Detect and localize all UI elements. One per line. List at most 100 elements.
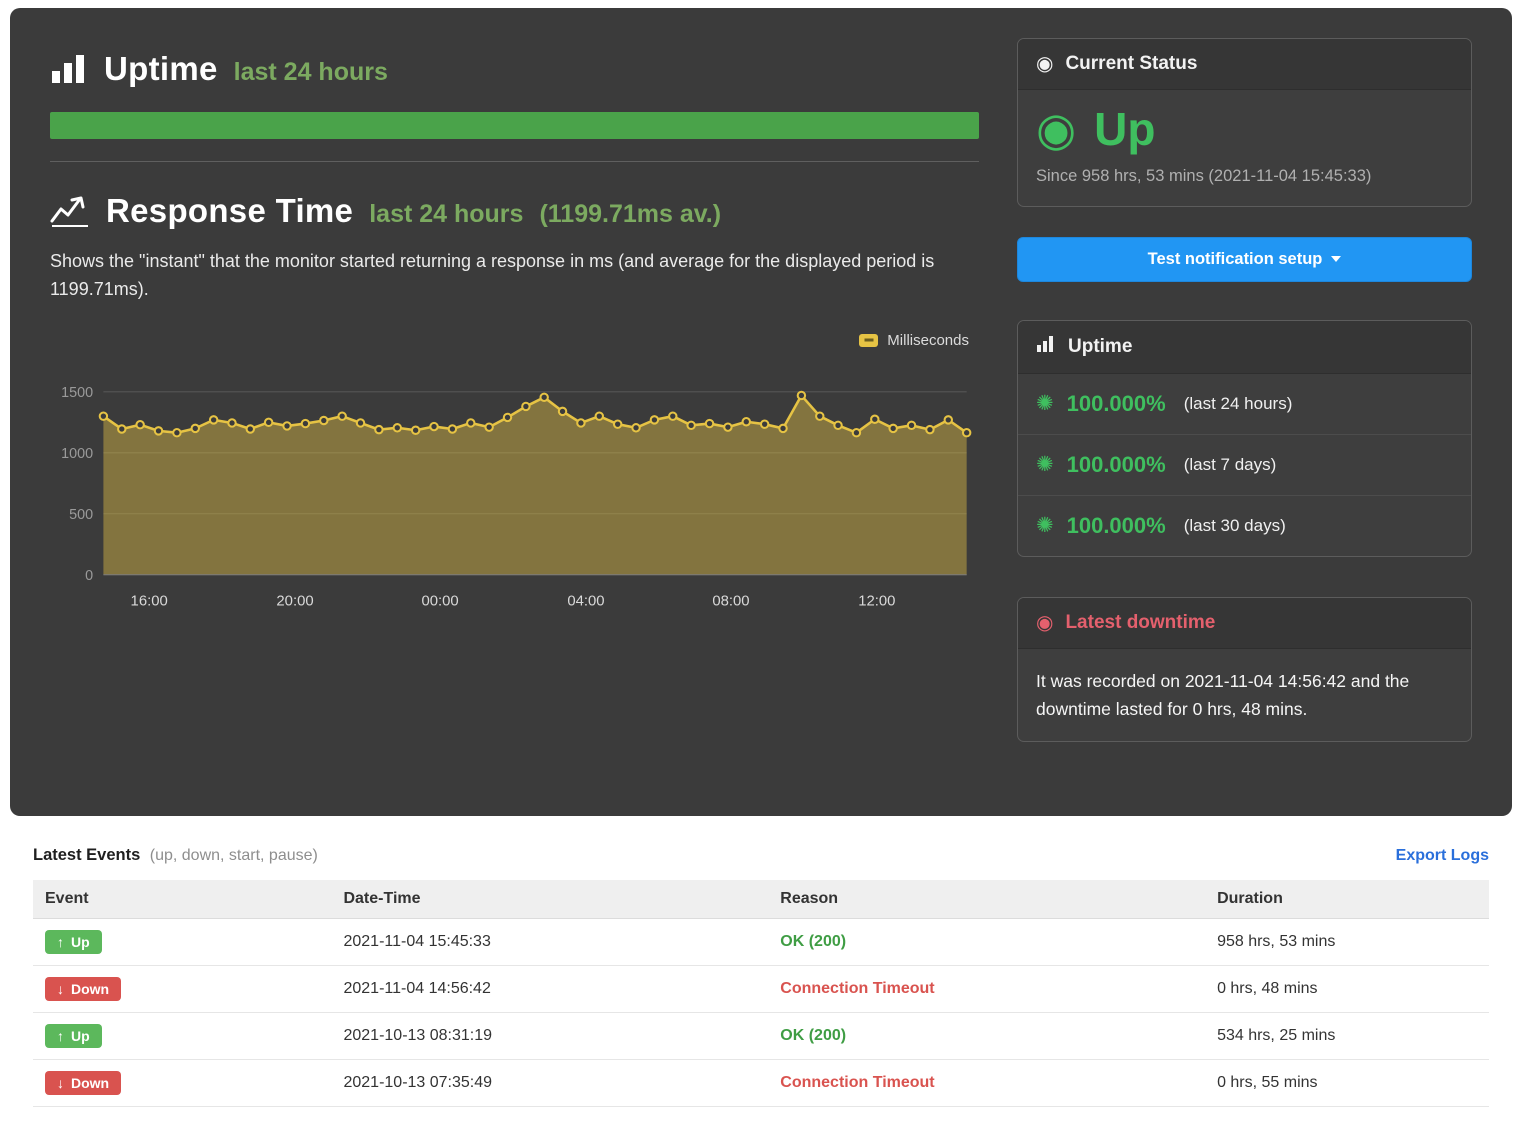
reason-text: Connection Timeout	[780, 980, 934, 997]
event-cell: ↑Up	[33, 919, 331, 966]
svg-text:1000: 1000	[61, 446, 93, 462]
monitor-sidebar: ◉ Current Status ◉ Up Since 958 hrs, 53 …	[1017, 38, 1472, 776]
reason-cell: Connection Timeout	[768, 966, 1205, 1013]
up-status-icon: ◉	[1036, 106, 1076, 152]
line-chart-icon	[50, 195, 90, 227]
reason-text: Connection Timeout	[780, 1074, 934, 1091]
duration-cell: 534 hrs, 25 mins	[1205, 1013, 1489, 1060]
starburst-icon: ✺	[1036, 393, 1054, 414]
column-header-duration: Duration	[1205, 880, 1489, 919]
uptime-stats-header-label: Uptime	[1068, 336, 1132, 358]
reason-cell: OK (200)	[768, 919, 1205, 966]
status-bullseye-icon: ◉	[1036, 54, 1053, 74]
datetime-cell: 2021-11-04 15:45:33	[331, 919, 768, 966]
svg-text:0: 0	[85, 568, 93, 584]
uptime-stat-row: ✺ 100.000% (last 24 hours)	[1018, 374, 1471, 435]
svg-text:16:00: 16:00	[131, 593, 168, 609]
current-status-body: ◉ Up Since 958 hrs, 53 mins (2021-11-04 …	[1018, 90, 1471, 206]
status-line: ◉ Up	[1036, 104, 1453, 155]
current-status-card: ◉ Current Status ◉ Up Since 958 hrs, 53 …	[1017, 38, 1472, 207]
table-row: ↓Down2021-10-13 07:35:49Connection Timeo…	[33, 1060, 1489, 1107]
latest-downtime-text: It was recorded on 2021-11-04 14:56:42 a…	[1018, 649, 1471, 741]
response-time-chart: 0 500 1000 1500 16:00 20:00 00:00 04:00 08:00 12:…	[50, 351, 979, 626]
response-time-description: Shows the "instant" that the monitor sta…	[50, 248, 979, 304]
uptime-period: (last 24 hours)	[1184, 394, 1293, 414]
legend-label: Milliseconds	[887, 332, 969, 349]
table-row: ↑Up 2021-11-04 15:45:33 OK (200) 958 hrs, 5…	[33, 919, 1489, 966]
svg-text:500: 500	[69, 507, 93, 523]
monitor-main-column: Uptime last 24 hours Response Time last …	[50, 38, 979, 776]
response-time-title: Response Time	[106, 192, 353, 230]
uptime-period: (last 30 days)	[1184, 516, 1286, 536]
uptime-stats-header: Uptime	[1018, 321, 1471, 374]
latest-events-subtitle: (up, down, start, pause)	[150, 847, 318, 864]
reason-text: OK (200)	[780, 933, 846, 950]
duration-cell: 958 hrs, 53 mins	[1205, 919, 1489, 966]
status-since-text: Since 958 hrs, 53 mins (2021-11-04 15:45…	[1036, 167, 1453, 186]
events-table: EventDate-TimeReasonDuration ↑Up 2021-11-…	[33, 880, 1489, 1107]
datetime-cell: 2021-11-04 14:56:42	[331, 966, 768, 1013]
up-arrow-icon: ↑	[57, 1028, 64, 1044]
starburst-icon: ✺	[1036, 454, 1054, 475]
datetime-cell: 2021-10-13 08:31:19	[331, 1013, 768, 1060]
response-time-subtitle: last 24 hours	[369, 200, 523, 229]
response-time-chart-area: Milliseconds 0 500 1000 1500 16:00 20:00 00:00…	[50, 332, 979, 626]
latest-events-title: Latest Events	[33, 846, 140, 864]
down-arrow-icon: ↓	[57, 1075, 64, 1091]
uptime-stat-row: ✺ 100.000% (last 30 days)	[1018, 496, 1471, 556]
latest-downtime-header: ◉ Latest downtime	[1018, 598, 1471, 649]
latest-events-title-group: Latest Events (up, down, start, pause)	[33, 846, 318, 865]
uptime-stats-card: Uptime ✺ 100.000% (last 24 hours) ✺ 100.000%…	[1017, 320, 1472, 557]
column-header-date-time: Date-Time	[331, 880, 768, 919]
uptime-stats-rows: ✺ 100.000% (last 24 hours) ✺ 100.000% (last 7…	[1018, 374, 1471, 556]
chart-legend: Milliseconds	[50, 332, 979, 349]
uptime-percent: 100.000%	[1067, 391, 1166, 417]
duration-cell: 0 hrs, 48 mins	[1205, 966, 1489, 1013]
event-cell: ↑Up	[33, 1013, 331, 1060]
chevron-down-icon	[1331, 256, 1341, 262]
status-up-label: Up	[1094, 104, 1155, 155]
bar-chart-icon	[50, 53, 88, 85]
uptime-100-percent-bar	[50, 112, 979, 139]
latest-events-header: Latest Events (up, down, start, pause) E…	[33, 846, 1489, 865]
svg-text:1500: 1500	[61, 385, 93, 401]
downtime-bullseye-icon: ◉	[1036, 613, 1053, 633]
reason-text: OK (200)	[780, 1027, 846, 1044]
events-table-header-row: EventDate-TimeReasonDuration	[33, 880, 1489, 919]
latest-events-section: Latest Events (up, down, start, pause) E…	[0, 816, 1522, 1121]
svg-text:04:00: 04:00	[567, 593, 604, 609]
current-status-header: ◉ Current Status	[1018, 39, 1471, 90]
uptime-percent: 100.000%	[1067, 452, 1166, 478]
event-cell: ↓Down	[33, 966, 331, 1013]
response-section-header: Response Time last 24 hours (1199.71ms a…	[50, 192, 979, 230]
svg-text:20:00: 20:00	[276, 593, 313, 609]
down-arrow-icon: ↓	[57, 981, 64, 997]
uptime-stat-row: ✺ 100.000% (last 7 days)	[1018, 435, 1471, 496]
column-header-event: Event	[33, 880, 331, 919]
up-badge: ↑Up	[45, 1024, 102, 1048]
test-notification-button[interactable]: Test notification setup	[1017, 237, 1472, 282]
uptime-period: (last 7 days)	[1184, 455, 1277, 475]
reason-cell: Connection Timeout	[768, 1060, 1205, 1107]
current-status-header-label: Current Status	[1065, 53, 1197, 75]
duration-cell: 0 hrs, 55 mins	[1205, 1060, 1489, 1107]
svg-text:12:00: 12:00	[858, 593, 895, 609]
latest-downtime-header-label: Latest downtime	[1065, 612, 1215, 634]
down-badge: ↓Down	[45, 1071, 121, 1095]
uptime-title: Uptime	[104, 50, 218, 88]
section-divider	[50, 161, 979, 162]
up-badge: ↑Up	[45, 930, 102, 954]
export-logs-link[interactable]: Export Logs	[1396, 847, 1489, 865]
bar-chart-small-icon	[1036, 335, 1056, 359]
uptime-percent: 100.000%	[1067, 513, 1166, 539]
latest-downtime-card: ◉ Latest downtime It was recorded on 202…	[1017, 597, 1472, 742]
svg-text:00:00: 00:00	[421, 593, 458, 609]
column-header-reason: Reason	[768, 880, 1205, 919]
uptime-subtitle: last 24 hours	[234, 58, 388, 87]
up-arrow-icon: ↑	[57, 934, 64, 950]
monitor-panel: Uptime last 24 hours Response Time last …	[10, 8, 1512, 816]
legend-swatch-icon	[859, 334, 878, 347]
uptime-section-header: Uptime last 24 hours	[50, 50, 979, 88]
svg-text:08:00: 08:00	[712, 593, 749, 609]
starburst-icon: ✺	[1036, 515, 1054, 536]
